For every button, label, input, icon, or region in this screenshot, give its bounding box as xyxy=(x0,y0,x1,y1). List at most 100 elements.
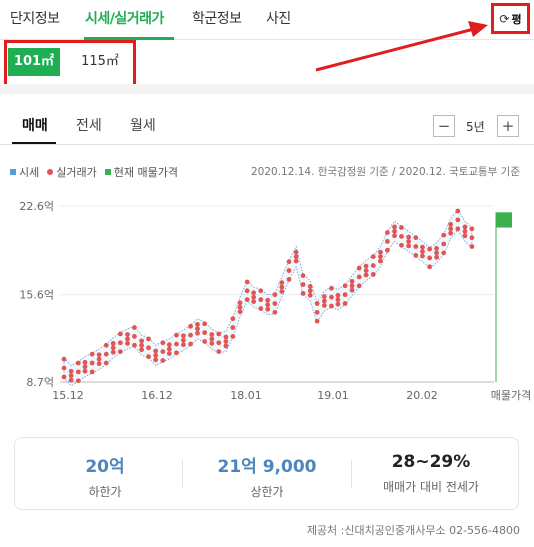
trade-point xyxy=(166,351,172,356)
area-chip-101[interactable]: 101㎡ xyxy=(8,48,60,76)
trade-point xyxy=(181,333,186,339)
trade-point xyxy=(89,351,95,357)
trade-point xyxy=(230,325,236,330)
top-nav: 단지정보 시세/실거래가 학군정보 사진 xyxy=(0,0,534,40)
trade-point xyxy=(110,349,116,355)
subtab-jeonse[interactable]: 전세 xyxy=(76,115,102,135)
trade-point xyxy=(406,243,412,249)
trade-point xyxy=(132,342,137,348)
trade-point xyxy=(181,342,186,348)
trade-point xyxy=(300,290,306,296)
trade-point xyxy=(82,368,88,374)
trade-point xyxy=(237,304,243,310)
trade-point xyxy=(103,351,109,357)
trade-point xyxy=(307,288,313,294)
trade-point xyxy=(420,253,425,259)
trade-point xyxy=(378,254,383,260)
tab-price-trade[interactable]: 시세/실거래가 xyxy=(85,8,164,28)
y-tick-label: 8.7억 xyxy=(26,376,54,389)
trade-point xyxy=(434,250,439,256)
trade-point xyxy=(209,340,215,346)
trade-point xyxy=(132,334,137,339)
period-decrease-button[interactable]: − xyxy=(433,115,455,137)
trade-point xyxy=(356,283,362,289)
trade-point xyxy=(237,309,243,315)
unit-toggle-button[interactable]: ⟳ 평 xyxy=(491,3,530,34)
trade-point xyxy=(455,226,461,232)
trade-point xyxy=(188,332,193,338)
trade-point xyxy=(223,339,229,344)
data-source-note: 2020.12.14. 한국감정원 기준 / 2020.12. 국토교통부 기준 xyxy=(250,166,520,178)
trade-point xyxy=(223,334,229,340)
trade-point xyxy=(342,301,348,306)
trade-point xyxy=(462,224,468,230)
trade-point xyxy=(230,316,236,322)
refresh-icon: ⟳ xyxy=(499,11,510,26)
trade-point xyxy=(139,347,145,353)
trade-point xyxy=(321,302,327,308)
trade-point xyxy=(251,290,257,296)
trade-point xyxy=(82,364,88,370)
trade-point xyxy=(286,277,292,282)
trade-point xyxy=(202,339,208,344)
trade-point xyxy=(237,300,243,306)
y-tick-label: 15.6억 xyxy=(19,289,54,302)
trade-point xyxy=(384,239,390,244)
tab-school-info[interactable]: 학군정보 xyxy=(192,8,242,28)
trade-point xyxy=(300,273,306,279)
trade-point xyxy=(117,331,123,337)
trade-point xyxy=(146,336,151,342)
x-tick-label: 19.01 xyxy=(317,389,349,402)
trade-point xyxy=(272,309,278,315)
legend-listing-price: 현재 매물가격 xyxy=(104,164,178,180)
stat-high-value: 21억 9,000 xyxy=(217,457,317,477)
trade-point xyxy=(230,334,236,339)
stat-low: 20억 하한가 xyxy=(25,452,185,500)
trade-point xyxy=(434,254,439,260)
trade-point xyxy=(125,332,130,337)
trade-point xyxy=(363,263,369,269)
trade-point xyxy=(384,230,390,235)
trade-point xyxy=(329,303,334,309)
trade-point xyxy=(363,268,369,273)
subtab-monthly-rent[interactable]: 월세 xyxy=(130,115,156,135)
trade-point xyxy=(75,369,81,375)
trade-point xyxy=(406,234,412,240)
trade-point xyxy=(61,374,67,380)
trade-point xyxy=(349,287,355,293)
trade-point xyxy=(103,342,109,348)
trade-point xyxy=(244,288,250,294)
trade-point xyxy=(399,233,404,239)
subtab-sale[interactable]: 매매 xyxy=(22,115,48,135)
trade-point xyxy=(96,356,102,362)
period-label: 5년 xyxy=(466,120,485,134)
trade-point xyxy=(342,292,348,298)
trade-point xyxy=(209,336,215,342)
area-chip-115[interactable]: 115㎡ xyxy=(70,48,130,76)
trade-point xyxy=(462,228,468,234)
trade-point xyxy=(413,252,419,258)
trade-point xyxy=(89,360,95,366)
listing-bar xyxy=(496,212,512,228)
trade-point xyxy=(307,284,313,289)
period-increase-button[interactable]: + xyxy=(497,115,519,137)
trade-point xyxy=(434,246,439,251)
tab-complex-info[interactable]: 단지정보 xyxy=(10,8,60,28)
trade-point xyxy=(181,337,186,343)
trade-point xyxy=(216,340,222,346)
trade-point xyxy=(153,348,159,354)
trade-point xyxy=(448,226,454,232)
tab-photos[interactable]: 사진 xyxy=(266,8,291,28)
trade-point xyxy=(258,297,264,303)
trade-point xyxy=(392,224,397,230)
trade-point xyxy=(103,360,109,366)
trade-point xyxy=(420,244,425,250)
trade-point xyxy=(265,306,271,312)
legend-price-band: 시세 xyxy=(10,164,39,180)
trade-point xyxy=(469,226,475,232)
trade-point xyxy=(96,361,102,367)
trade-point xyxy=(427,255,433,261)
trade-point xyxy=(75,360,81,366)
trade-point xyxy=(61,365,67,371)
trade-point xyxy=(293,258,299,264)
